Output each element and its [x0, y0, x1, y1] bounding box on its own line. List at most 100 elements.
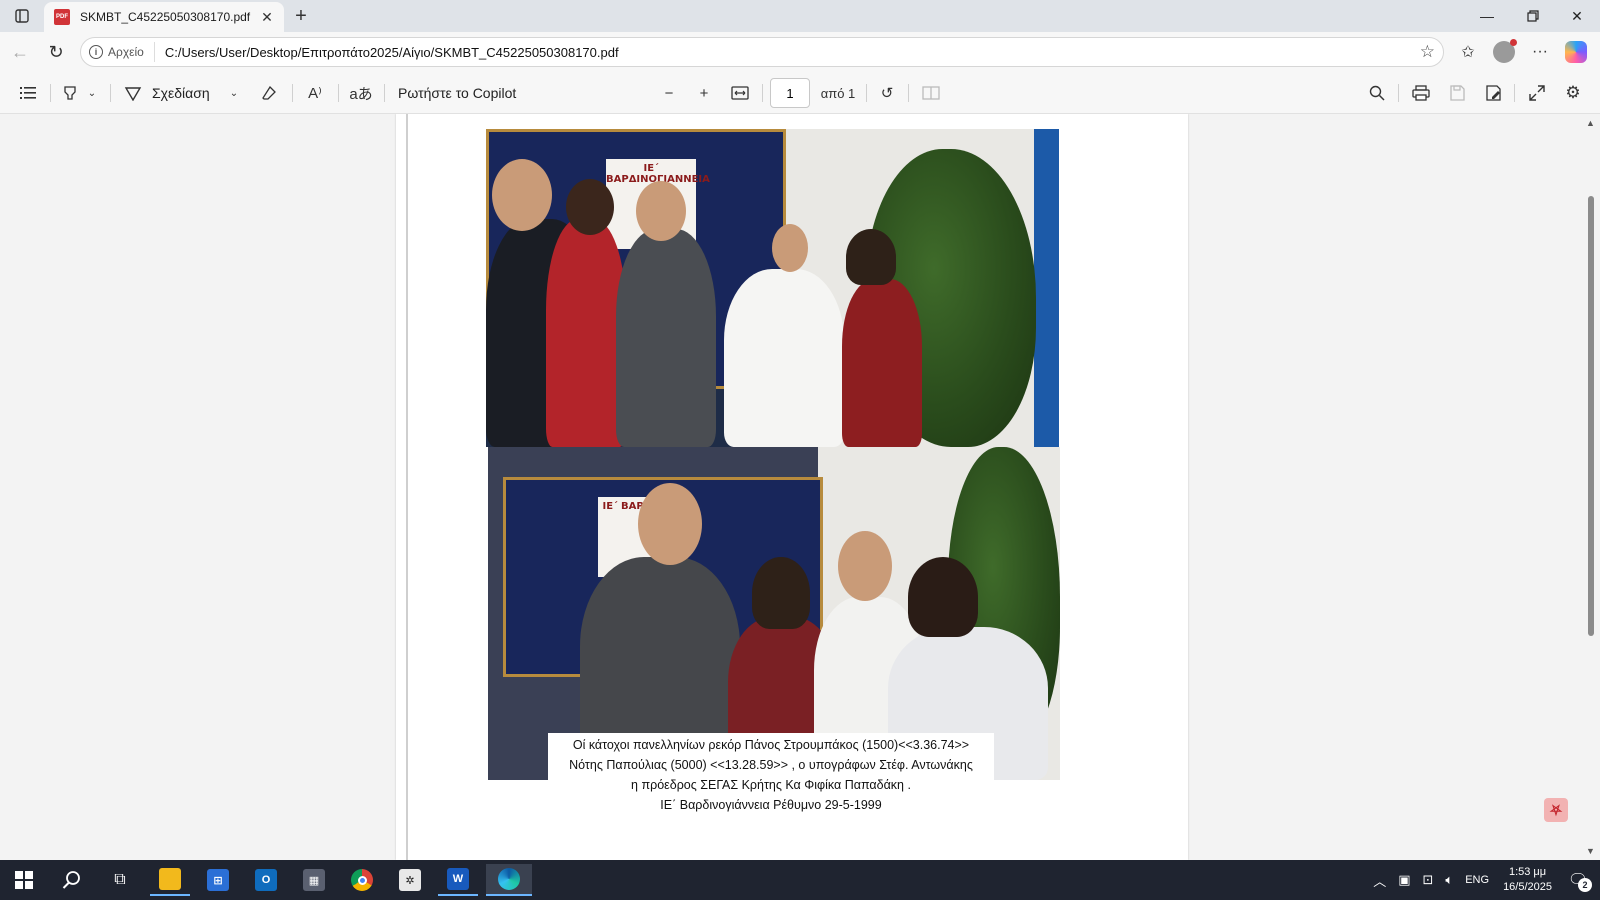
gear-icon: ⚙ — [1565, 83, 1581, 102]
minimize-button[interactable]: — — [1464, 0, 1510, 32]
more-button[interactable]: ··· — [1526, 38, 1554, 66]
start-button[interactable] — [4, 864, 44, 896]
close-tab-icon[interactable]: ✕ — [258, 8, 276, 26]
notifications-button[interactable]: 🗨︎ 2 — [1564, 866, 1592, 894]
page-number-input[interactable] — [770, 78, 810, 108]
caption-line: ΙΕ΄ Βαρδινογιάννεια Ρέθυμνο 29-5-1999 — [660, 798, 882, 812]
windows-icon — [15, 871, 33, 889]
pdf-toolbar: ⌄ Σχεδίαση ⌄ A⁾ aあ Ρωτήστε το Copilot − … — [0, 72, 1600, 114]
task-view-button[interactable]: ⧉ — [100, 864, 140, 896]
outlook-button[interactable]: O — [246, 864, 286, 896]
toolbar-divider — [292, 84, 293, 102]
site-info-button[interactable]: i Αρχείο — [89, 42, 155, 62]
page-scan-edge — [406, 114, 408, 860]
photo-person — [724, 269, 844, 447]
caption-line: Νότης Παπούλιας (5000) <<13.28.59>> , ο … — [569, 758, 973, 772]
site-info-label: Αρχείο — [108, 45, 144, 59]
copilot-icon — [1565, 41, 1587, 63]
volume-icon[interactable]: 🔈︎ — [1445, 872, 1453, 888]
refresh-button[interactable]: ↻ — [42, 38, 70, 66]
pdf-viewer: ΙΕ΄ ΒΑΡΔΙΝΟΓΙΑΝΝΕΙΑ ΙΕ΄ ΒΑΡΔΙΝ Οί κάτοχο… — [0, 114, 1600, 860]
scroll-up-icon[interactable]: ▲ — [1586, 118, 1595, 128]
favorite-star-icon[interactable]: ☆ — [1420, 42, 1435, 62]
printer-icon — [1412, 85, 1430, 101]
word-icon: W — [447, 868, 469, 890]
toolbar-divider — [50, 84, 51, 102]
settings-button[interactable]: ⚙ — [1560, 80, 1586, 106]
zoom-out-button[interactable]: − — [656, 80, 682, 106]
rotate-button[interactable]: ↺ — [874, 80, 900, 106]
back-button[interactable]: ← — [6, 38, 34, 66]
refresh-icon: ↻ — [48, 41, 64, 62]
scroll-down-icon[interactable]: ▼ — [1586, 846, 1595, 856]
photo-person-head — [908, 557, 978, 637]
photo-person-head — [638, 483, 702, 565]
print-button[interactable] — [1408, 80, 1434, 106]
minus-icon: − — [664, 84, 674, 102]
clock[interactable]: 1:53 μμ 16/5/2025 — [1503, 865, 1552, 895]
erase-button[interactable] — [256, 80, 282, 106]
restore-button[interactable] — [1510, 0, 1556, 32]
chrome-button[interactable] — [342, 864, 382, 896]
zoom-in-button[interactable]: + — [691, 80, 717, 106]
search-button[interactable] — [1364, 80, 1390, 106]
store-button[interactable]: ⊞ — [198, 864, 238, 896]
fullscreen-button[interactable] — [1524, 80, 1550, 106]
photo-blue-strip — [1034, 129, 1059, 447]
close-icon: ✕ — [1571, 7, 1583, 24]
app-icon: ✲ — [399, 869, 421, 891]
address-input[interactable]: i Αρχείο C:/Users/User/Desktop/Επιτροπάτ… — [80, 37, 1444, 67]
photo-top: ΙΕ΄ ΒΑΡΔΙΝΟΓΙΑΝΝΕΙΑ — [486, 129, 1059, 447]
read-aloud-button[interactable]: A⁾ — [302, 80, 328, 106]
page-view-button[interactable] — [918, 80, 944, 106]
calculator-button[interactable]: ▦ — [294, 864, 334, 896]
file-explorer-button[interactable] — [150, 864, 190, 896]
draw-label: Σχεδίαση — [152, 85, 210, 101]
toolbar-divider — [1514, 84, 1515, 102]
new-tab-button[interactable]: + — [288, 5, 314, 27]
vertical-scrollbar[interactable]: ▲ ▼ — [1582, 114, 1600, 860]
photo-person-head — [492, 159, 552, 231]
avatar — [1493, 39, 1517, 63]
photo-person-head — [752, 557, 810, 629]
save-as-button[interactable] — [1480, 80, 1506, 106]
browser-tab-active[interactable]: PDF SKMBT_C45225050308170.pdf ✕ — [44, 2, 284, 32]
edge-button[interactable] — [486, 864, 532, 896]
fit-width-button[interactable] — [727, 80, 753, 106]
minimize-icon: — — [1480, 8, 1494, 24]
close-window-button[interactable]: ✕ — [1554, 0, 1600, 32]
chevron-down-icon: ⌄ — [229, 87, 239, 99]
toolbar-divider — [762, 84, 763, 102]
system-tray: ︿ ▣ ⊡ 🔈︎ ENG 1:53 μμ 16/5/2025 🗨︎ 2 — [1367, 860, 1600, 900]
network-icon[interactable]: ⊡ — [1423, 872, 1434, 888]
photo-person — [842, 279, 922, 447]
ask-copilot-button[interactable]: Ρωτήστε το Copilot — [398, 80, 538, 106]
language-indicator[interactable]: ENG — [1465, 874, 1489, 886]
meet-icon[interactable]: ▣ — [1398, 872, 1410, 888]
search-taskbar-button[interactable] — [52, 864, 92, 896]
fit-width-icon — [731, 86, 749, 100]
page-of-label: από 1 — [820, 85, 856, 101]
profile-button[interactable] — [1490, 38, 1518, 66]
tab-actions-button[interactable] — [8, 4, 36, 28]
draw-button[interactable]: Σχεδίαση — [124, 80, 224, 106]
contents-button[interactable] — [14, 80, 42, 106]
highlight-dropdown[interactable]: ⌄ — [84, 80, 100, 106]
eraser-icon — [262, 85, 276, 100]
scrollbar-thumb[interactable] — [1588, 196, 1594, 636]
acrobat-icon[interactable]: ⛧ — [1544, 798, 1568, 822]
translate-button[interactable]: aあ — [348, 80, 374, 106]
plus-icon: + — [295, 4, 307, 27]
copilot-button[interactable] — [1562, 38, 1590, 66]
save-button[interactable] — [1444, 80, 1470, 106]
draw-pen-icon — [124, 87, 142, 101]
draw-dropdown[interactable]: ⌄ — [226, 80, 242, 106]
chevron-up-icon[interactable]: ︿ — [1373, 871, 1386, 890]
task-view-icon: ⧉ — [114, 871, 126, 888]
app-button[interactable]: ✲ — [390, 864, 430, 896]
word-button[interactable]: W — [438, 864, 478, 896]
toolbar-divider — [338, 84, 339, 102]
highlight-button[interactable] — [58, 80, 82, 106]
photo-person — [616, 229, 716, 447]
favorites-button[interactable]: ✩ — [1454, 38, 1482, 66]
